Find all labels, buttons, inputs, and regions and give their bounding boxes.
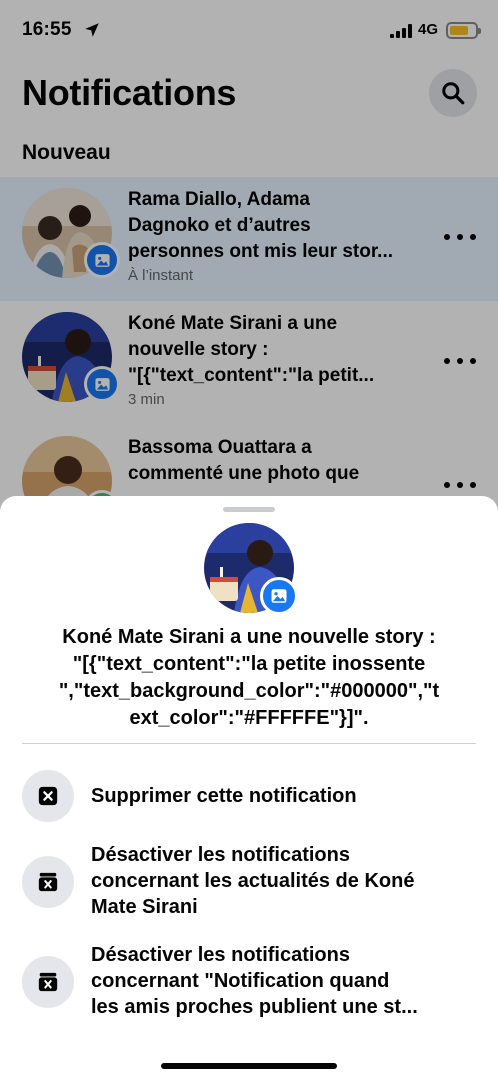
notification-type-badge [260,577,298,615]
options-bottom-sheet: Koné Mate Sirani a une nouvelle story : … [0,496,498,1080]
action-icon-wrap [22,956,74,1008]
action-label: Supprimer cette notification [91,783,481,809]
sheet-drag-handle[interactable] [223,507,275,512]
home-indicator[interactable] [161,1063,337,1069]
turn-off-notification-type-button[interactable]: Désactiver les notifications concernant … [0,942,498,1024]
divider [22,743,476,744]
message-line: ","text_background_color":"#000000","t [58,680,440,702]
turn-off-updates-button[interactable]: Désactiver les notifications concernant … [0,842,498,924]
delete-notification-button[interactable]: Supprimer cette notification [0,768,498,824]
mute-box-icon [38,972,58,992]
message-line: "[{"text_content":"la petite inossente [72,653,426,675]
action-label: Désactiver les notifications concernant … [91,842,481,920]
photo-icon [271,589,287,603]
action-label-line: Supprimer cette notification [91,785,357,807]
action-icon-wrap [22,856,74,908]
action-label-line: concernant "Notification quand [91,970,390,992]
action-label-line: Désactiver les notifications [91,944,350,966]
action-label-line: concernant les actualités de Koné [91,870,415,892]
action-label-line: Mate Sirani [91,896,198,918]
message-line: Koné Mate Sirani a une nouvelle story : [62,626,436,648]
message-line: ext_color":"#FFFFFE"}]". [129,707,369,729]
action-icon-wrap [22,770,74,822]
action-label-line: Désactiver les notifications [91,844,350,866]
action-label-line: les amis proches publient une st... [91,996,418,1018]
close-box-icon [38,786,58,806]
mute-box-icon [38,872,58,892]
action-label: Désactiver les notifications concernant … [91,942,481,1020]
notification-message: Koné Mate Sirani a une nouvelle story : … [22,624,476,732]
